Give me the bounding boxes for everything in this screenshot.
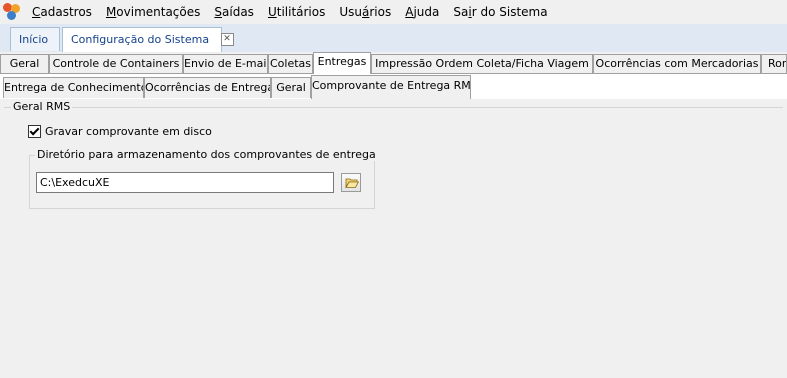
- geral-rms-group-title: Geral RMS: [11, 100, 73, 113]
- entregas-subtab-strip: Entrega de Conhecimentos Ocorrências de …: [0, 74, 787, 99]
- tab-coletas[interactable]: Coletas: [268, 54, 313, 73]
- gravar-comprovante-label: Gravar comprovante em disco: [45, 125, 212, 138]
- tab-controle-de-containers[interactable]: Controle de Containers: [49, 54, 183, 73]
- menu-cadastros[interactable]: Cadastros: [25, 0, 99, 24]
- tab-impressao-ordem-coleta[interactable]: Impressão Ordem Coleta/Ficha Viagem: [371, 54, 593, 73]
- settings-tab-strip: Geral Controle de Containers Envio de E-…: [0, 52, 787, 74]
- tab-envio-de-email[interactable]: Envio de E-mail: [183, 54, 268, 73]
- browse-folder-button[interactable]: [341, 173, 361, 192]
- close-tab-icon[interactable]: ✕: [220, 32, 234, 46]
- document-tab-strip: Início Configuração do Sistema ✕: [0, 24, 787, 53]
- menu-bar: Cadastros Movimentações Saídas Utilitári…: [0, 0, 787, 24]
- tab-rom[interactable]: Rom: [761, 54, 787, 73]
- menu-utilitarios[interactable]: Utilitários: [261, 0, 332, 24]
- gravar-comprovante-checkbox[interactable]: [28, 125, 41, 138]
- gravar-comprovante-checkbox-row[interactable]: Gravar comprovante em disco: [28, 125, 212, 138]
- menu-sair-do-sistema[interactable]: Sair do Sistema: [446, 0, 554, 24]
- doc-tab-label: Configuração do Sistema: [71, 33, 210, 46]
- folder-open-icon: [345, 178, 359, 189]
- comprovante-entrega-panel: Geral RMS Gravar comprovante em disco Di…: [0, 98, 787, 377]
- diretorio-group-title: Diretório para armazenamento dos comprov…: [35, 148, 378, 161]
- menu-saidas[interactable]: Saídas: [207, 0, 261, 24]
- diretorio-input[interactable]: [36, 172, 334, 193]
- subtab-geral[interactable]: Geral: [271, 77, 311, 98]
- menu-ajuda[interactable]: Ajuda: [398, 0, 446, 24]
- tab-ocorrencias-com-mercadorias[interactable]: Ocorrências com Mercadorias: [593, 54, 761, 73]
- tab-geral[interactable]: Geral: [0, 54, 49, 73]
- subtab-entrega-de-conhecimentos[interactable]: Entrega de Conhecimentos: [3, 77, 144, 98]
- subtab-comprovante-de-entrega-rms[interactable]: Comprovante de Entrega RMS: [311, 75, 471, 99]
- menu-usuarios[interactable]: Usuários: [332, 0, 398, 24]
- doc-tab-label: Início: [19, 33, 49, 46]
- menu-movimentacoes[interactable]: Movimentações: [99, 0, 207, 24]
- doc-tab-inicio[interactable]: Início: [10, 27, 60, 51]
- doc-tab-configuracao-do-sistema[interactable]: Configuração do Sistema ✕: [62, 27, 234, 53]
- app-logo-icon[interactable]: [3, 3, 21, 21]
- tab-entregas[interactable]: Entregas: [313, 52, 371, 74]
- subtab-ocorrencias-de-entrega[interactable]: Ocorrências de Entrega: [144, 77, 271, 98]
